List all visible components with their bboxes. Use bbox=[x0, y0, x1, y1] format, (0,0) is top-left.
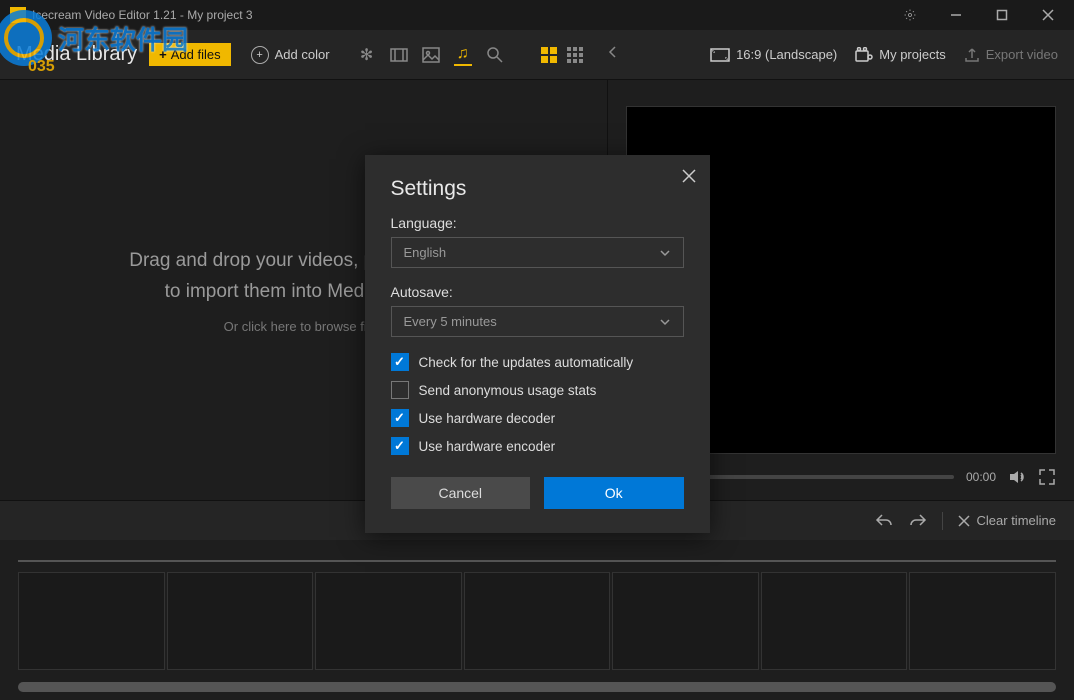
language-select[interactable]: English bbox=[391, 237, 684, 268]
checkbox[interactable] bbox=[391, 353, 409, 371]
checkbox[interactable] bbox=[391, 381, 409, 399]
ok-button[interactable]: Ok bbox=[544, 477, 684, 509]
checkbox-row-1[interactable]: Send anonymous usage stats bbox=[391, 381, 684, 399]
autosave-value: Every 5 minutes bbox=[404, 314, 497, 329]
dialog-title: Settings bbox=[391, 177, 684, 201]
checkbox-label: Use hardware encoder bbox=[419, 439, 556, 454]
modal-overlay: Settings Language: English Autosave: Eve… bbox=[0, 0, 1074, 700]
cancel-button[interactable]: Cancel bbox=[391, 477, 531, 509]
checkbox[interactable] bbox=[391, 437, 409, 455]
checkbox-row-3[interactable]: Use hardware encoder bbox=[391, 437, 684, 455]
language-label: Language: bbox=[391, 215, 684, 231]
checkbox-label: Send anonymous usage stats bbox=[419, 383, 597, 398]
chevron-down-icon bbox=[659, 316, 671, 328]
autosave-select[interactable]: Every 5 minutes bbox=[391, 306, 684, 337]
chevron-down-icon bbox=[659, 247, 671, 259]
settings-dialog: Settings Language: English Autosave: Eve… bbox=[365, 155, 710, 533]
checkbox-label: Check for the updates automatically bbox=[419, 355, 634, 370]
checkbox[interactable] bbox=[391, 409, 409, 427]
dialog-close-button[interactable] bbox=[682, 169, 696, 188]
language-value: English bbox=[404, 245, 447, 260]
checkbox-label: Use hardware decoder bbox=[419, 411, 556, 426]
autosave-label: Autosave: bbox=[391, 284, 684, 300]
checkbox-row-2[interactable]: Use hardware decoder bbox=[391, 409, 684, 427]
checkbox-row-0[interactable]: Check for the updates automatically bbox=[391, 353, 684, 371]
